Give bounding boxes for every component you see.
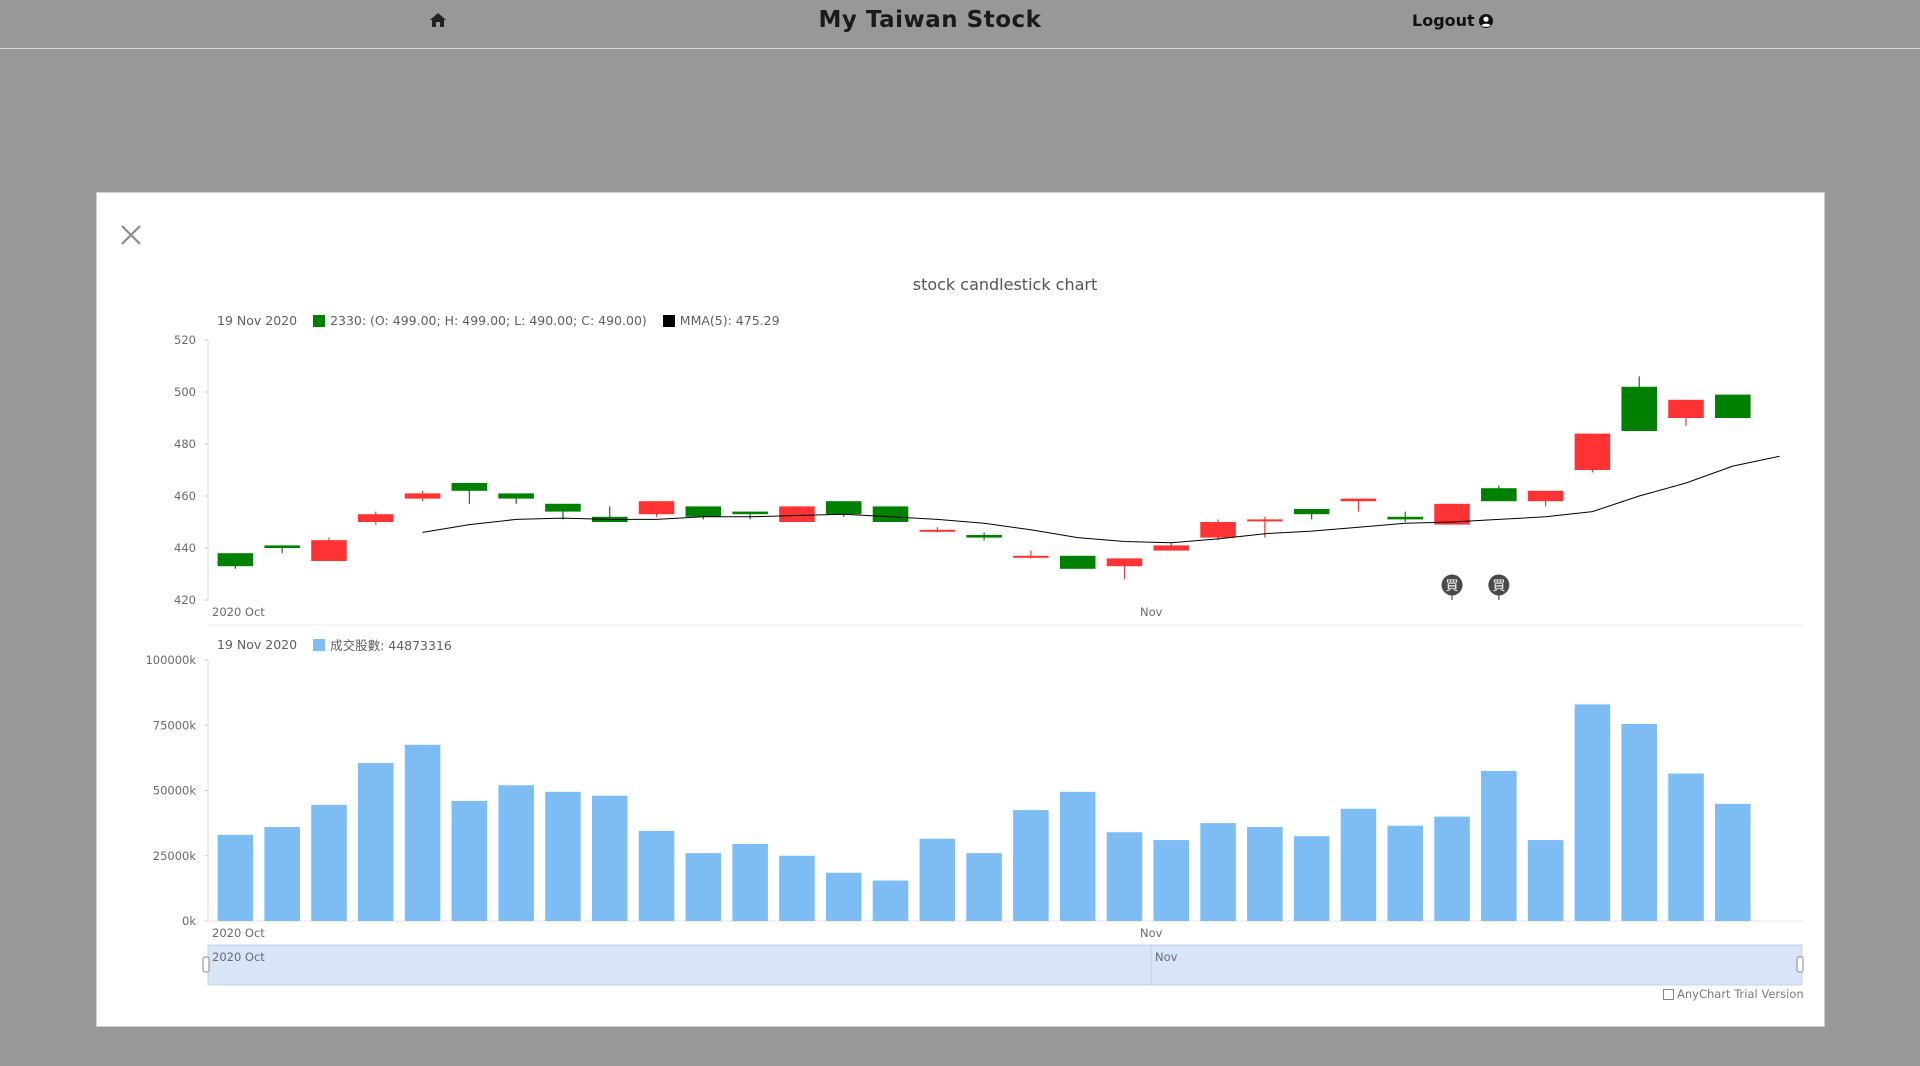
- volume-bar: [1621, 723, 1658, 921]
- candle-body: [217, 553, 254, 567]
- volume-bar: [779, 855, 815, 921]
- candle-body: [1013, 555, 1049, 558]
- volume-bar: [545, 791, 581, 921]
- volume-y-tick-label: 25000k: [153, 849, 197, 863]
- scroller-handle-left[interactable]: [202, 956, 210, 973]
- scroller-track: [207, 944, 1803, 986]
- volume-bar: [1013, 810, 1049, 921]
- candle-body: [919, 529, 956, 532]
- scroller-handle-right[interactable]: [1796, 956, 1804, 973]
- candle-body: [825, 501, 862, 515]
- volume-bar: [1481, 770, 1517, 921]
- volume-bar: [1527, 840, 1564, 921]
- candle-body: [1153, 545, 1190, 551]
- candle-body: [685, 506, 722, 517]
- candle-body: [779, 506, 815, 522]
- volume-bar: [919, 838, 956, 921]
- candle-body: [1293, 509, 1330, 515]
- candle-body: [357, 514, 394, 522]
- volume-y-tick-label: 75000k: [153, 718, 197, 732]
- price-y-tick-label: 520: [174, 333, 196, 347]
- volume-y-tick-label: 0k: [182, 914, 196, 928]
- candle-body: [1621, 386, 1658, 431]
- candle-body: [1574, 433, 1611, 470]
- volume-bar: [1200, 823, 1236, 921]
- candle-body: [498, 493, 534, 499]
- price-y-tick-label: 460: [174, 489, 196, 503]
- volume-bar: [1340, 808, 1377, 921]
- volume-bar: [357, 763, 394, 921]
- volume-bar: [311, 804, 347, 921]
- anychart-watermark[interactable]: AnyChart Trial Version: [1663, 987, 1804, 1001]
- candle-body: [1387, 516, 1424, 520]
- buy-marker-label: 買: [1446, 579, 1459, 594]
- volume-bar: [404, 744, 441, 921]
- volume-x-tick-label: Nov: [1140, 926, 1163, 940]
- volume-bar: [451, 800, 488, 921]
- candle-body: [638, 501, 675, 515]
- volume-bar: [264, 827, 300, 921]
- candle-body: [1340, 498, 1377, 502]
- volume-bar: [732, 844, 768, 921]
- volume-bar: [825, 872, 862, 921]
- candle-body: [1715, 394, 1751, 418]
- candle-body: [264, 545, 300, 548]
- buy-marker-label: 買: [1492, 579, 1505, 594]
- volume-y-tick-label: 50000k: [153, 784, 197, 798]
- price-x-tick-label: Nov: [1140, 605, 1163, 619]
- price-y-tick-label: 440: [174, 541, 196, 555]
- volume-bar: [1574, 704, 1611, 921]
- candle-body: [1059, 555, 1096, 569]
- candle-body: [1247, 519, 1283, 522]
- anychart-logo-icon: [1663, 988, 1674, 1000]
- candle-body: [1481, 488, 1517, 502]
- candle-body: [311, 540, 347, 561]
- volume-bar: [1247, 827, 1283, 921]
- candle-body: [732, 511, 768, 515]
- volume-bar: [685, 853, 722, 921]
- candle-body: [545, 503, 581, 512]
- scroller-label: Nov: [1155, 950, 1178, 964]
- scroller-label: 2020 Oct: [212, 950, 265, 964]
- volume-bar: [1715, 803, 1751, 921]
- volume-bar: [1293, 836, 1330, 921]
- price-y-tick-label: 420: [174, 593, 196, 607]
- candle-body: [404, 493, 441, 499]
- volume-x-tick-label: 2020 Oct: [212, 926, 265, 940]
- volume-bar: [1106, 832, 1143, 921]
- volume-bar: [966, 853, 1002, 921]
- volume-bar: [1434, 816, 1470, 921]
- volume-bar: [1387, 825, 1424, 921]
- volume-bar: [498, 785, 534, 921]
- price-y-tick-label: 480: [174, 437, 196, 451]
- candle-body: [451, 483, 488, 491]
- volume-bar: [638, 830, 675, 921]
- volume-bar: [217, 834, 254, 921]
- watermark-text: AnyChart Trial Version: [1677, 987, 1804, 1001]
- volume-bar: [1153, 840, 1190, 921]
- volume-bar: [1668, 773, 1704, 921]
- price-x-tick-label: 2020 Oct: [212, 605, 265, 619]
- volume-bar: [591, 795, 628, 921]
- candle-body: [1668, 399, 1704, 418]
- candle-body: [1200, 522, 1236, 538]
- price-y-tick-label: 500: [174, 385, 196, 399]
- stock-chart[interactable]: 520 500 480 460 440 420 買 買 2020 Oct Nov 100000k 75…: [0, 0, 1920, 1066]
- candle-body: [1527, 490, 1564, 502]
- volume-y-tick-label: 100000k: [145, 653, 196, 667]
- volume-bar: [872, 880, 909, 921]
- candle-body: [1106, 558, 1143, 567]
- candle-body: [966, 535, 1002, 538]
- volume-bar: [1059, 791, 1096, 921]
- candle-body: [872, 506, 909, 522]
